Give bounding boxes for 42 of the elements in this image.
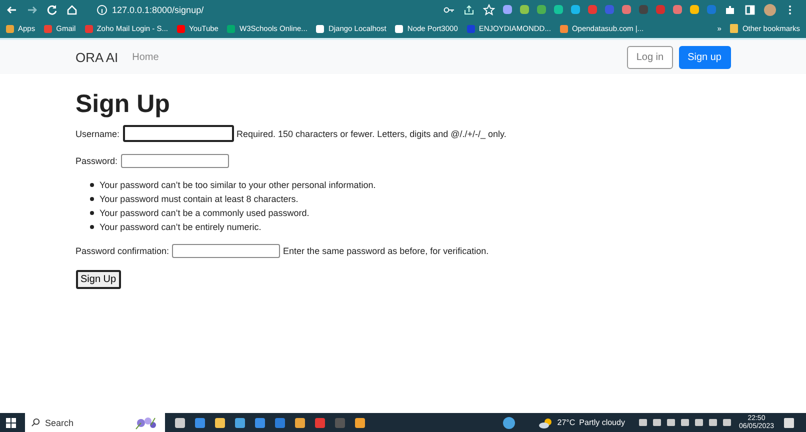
search-field[interactable]: Search <box>25 413 165 432</box>
input-field[interactable] <box>120 154 229 168</box>
windows-icon[interactable] <box>6 418 16 428</box>
input-field[interactable] <box>172 244 280 258</box>
page-title: Sign Up <box>76 90 171 119</box>
login-button[interactable]: Log in <box>627 46 673 68</box>
folder-icon <box>730 24 738 33</box>
temperature: 27°C <box>557 418 576 427</box>
field-label: Password confirmation: <box>76 246 170 256</box>
field-label: Username: <box>76 128 120 138</box>
weather-text: Partly cloudy <box>579 418 625 427</box>
flower-icon <box>133 416 159 430</box>
password-rule: Your password can’t be a commonly used password. <box>100 208 310 218</box>
bullet <box>90 225 94 229</box>
brand[interactable]: ORA AI <box>76 50 118 64</box>
submit-button[interactable]: Sign Up <box>76 270 122 289</box>
address-bar[interactable]: 127.0.0.1:8000/signup/ <box>112 4 204 14</box>
input-field[interactable] <box>122 125 234 142</box>
sidebar-icon[interactable] <box>744 4 756 16</box>
forward-icon[interactable] <box>26 4 38 16</box>
password-rule: Your password can’t be entirely numeric. <box>100 222 262 232</box>
reload-icon[interactable] <box>46 4 58 16</box>
help-text: Required. 150 characters or fewer. Letters, digits and @/./+/-/_ only. <box>236 128 506 138</box>
search-icon <box>31 418 40 427</box>
bullet <box>90 211 94 215</box>
password-rule: Your password can’t be too similar to your other personal information. <box>100 180 376 190</box>
password-rule: Your password must contain at least 8 characters. <box>100 194 298 204</box>
bullet <box>90 197 94 201</box>
nav-link[interactable]: Home <box>132 52 159 62</box>
star-icon[interactable] <box>483 4 495 16</box>
help-text: Enter the same password as before, for verification. <box>283 246 489 256</box>
field-label: Password: <box>76 156 118 166</box>
help-icon[interactable] <box>503 416 516 428</box>
weather-icon[interactable] <box>539 416 554 428</box>
home-icon[interactable] <box>66 4 78 16</box>
share-icon[interactable] <box>463 4 475 16</box>
notification-icon[interactable] <box>784 418 794 428</box>
bullet <box>90 183 94 187</box>
avatar[interactable] <box>764 4 776 16</box>
back-icon[interactable] <box>6 4 18 16</box>
info-icon[interactable] <box>96 4 108 16</box>
signup-button[interactable]: Sign up <box>678 46 730 68</box>
